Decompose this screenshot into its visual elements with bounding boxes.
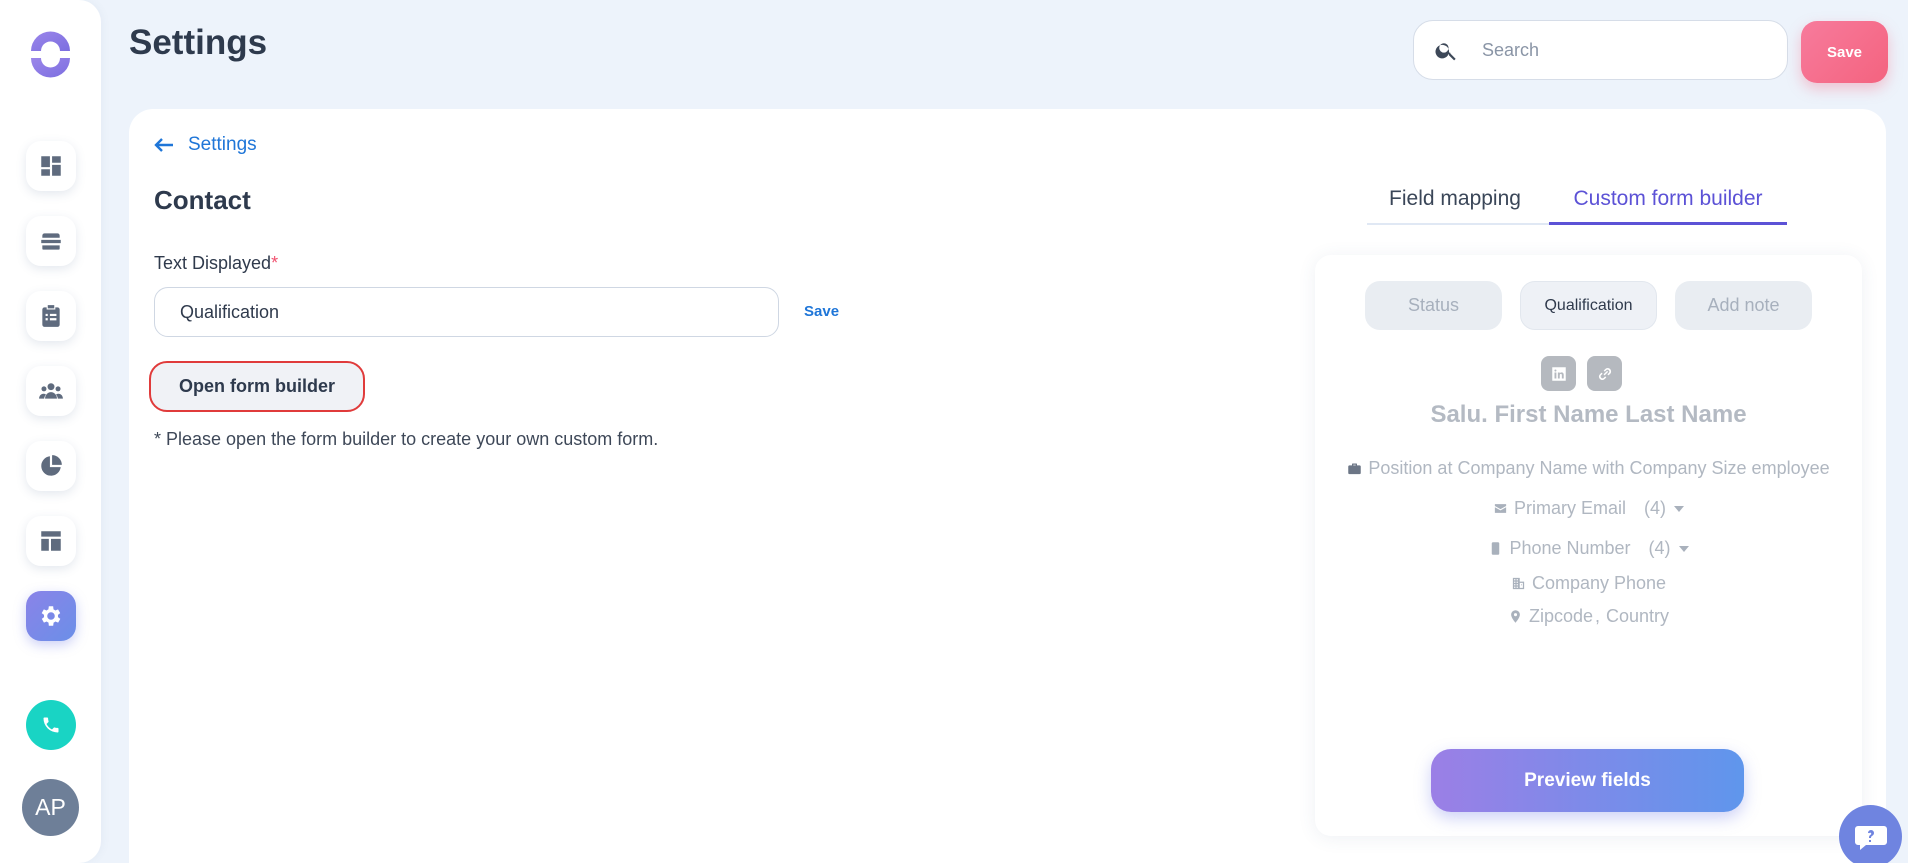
link-icon xyxy=(1598,367,1611,380)
back-link-label: Settings xyxy=(188,134,257,155)
location-separator: , xyxy=(1595,606,1601,626)
tab-custom-form-builder[interactable]: Custom form builder xyxy=(1549,185,1787,225)
tab-bar: Field mapping Custom form builder xyxy=(1367,185,1787,225)
phone-text: Phone Number xyxy=(1509,538,1631,558)
text-displayed-input[interactable] xyxy=(154,287,779,337)
qualification-pill[interactable]: Qualification xyxy=(1520,281,1657,330)
help-chat-icon xyxy=(1854,825,1887,850)
contact-name-preview: Salu. First Name Last Name xyxy=(1430,401,1747,428)
stack-icon xyxy=(41,233,61,250)
call-button[interactable] xyxy=(26,700,76,750)
open-form-builder-label: Open form builder xyxy=(178,376,335,396)
app-logo[interactable] xyxy=(27,31,74,78)
briefcase-icon xyxy=(1348,463,1362,475)
website-link-button[interactable] xyxy=(1587,356,1622,391)
mobile-phone-icon xyxy=(1492,542,1500,555)
save-button[interactable]: Save xyxy=(1801,21,1888,83)
phone-icon xyxy=(43,717,59,733)
preview-fields-button[interactable]: Preview fields xyxy=(1431,749,1744,812)
linkedin-icon xyxy=(1551,366,1566,381)
sidebar-item-contacts[interactable] xyxy=(26,366,76,416)
sidebar-item-tasks[interactable] xyxy=(26,291,76,341)
form-builder-note: * Please open the form builder to create… xyxy=(154,429,659,449)
pie-chart-icon xyxy=(41,455,62,476)
search-icon xyxy=(1435,43,1456,61)
settings-card: Settings Contact Text Displayed* Save Op… xyxy=(129,109,1886,863)
zipcode-text: Zipcode xyxy=(1528,606,1593,626)
email-dropdown-icon[interactable] xyxy=(1674,505,1684,512)
open-form-builder-button[interactable]: Open form builder xyxy=(149,361,365,412)
sidebar-item-layout[interactable] xyxy=(26,516,76,566)
location-pin-icon xyxy=(1511,610,1520,623)
gear-icon xyxy=(41,606,61,626)
required-mark: * xyxy=(271,253,279,273)
tab-field-mapping[interactable]: Field mapping xyxy=(1367,185,1543,225)
sidebar: AP xyxy=(0,0,101,863)
clipboard-icon xyxy=(42,305,60,327)
envelope-icon xyxy=(1494,504,1507,513)
page-title: Settings xyxy=(129,23,268,62)
contact-preview-panel: Status Qualification Add note Salu. Firs… xyxy=(1315,255,1862,836)
email-count: (4) xyxy=(1644,498,1666,518)
text-displayed-label: Text Displayed* xyxy=(154,253,278,274)
search-input[interactable] xyxy=(1482,35,1772,65)
sidebar-item-reports[interactable] xyxy=(26,441,76,491)
phone-row: Phone Number (4) xyxy=(1315,538,1862,559)
status-pill[interactable]: Status xyxy=(1365,281,1502,330)
add-note-pill[interactable]: Add note xyxy=(1675,281,1812,330)
country-text: Country xyxy=(1606,606,1670,626)
dashboard-icon xyxy=(41,156,61,176)
sidebar-item-settings[interactable] xyxy=(26,591,76,641)
avatar[interactable]: AP xyxy=(22,779,79,836)
email-row: Primary Email (4) xyxy=(1315,498,1862,519)
text-displayed-label-text: Text Displayed xyxy=(154,253,272,273)
position-row: Position at Company Name with Company Si… xyxy=(1315,458,1862,479)
inline-save-link[interactable]: Save xyxy=(804,303,839,320)
layout-icon xyxy=(41,531,61,551)
company-phone-row: Company Phone xyxy=(1315,573,1862,594)
search-box xyxy=(1413,20,1788,80)
help-chat-button[interactable] xyxy=(1839,805,1902,863)
linkedin-button[interactable] xyxy=(1541,356,1576,391)
phone-count: (4) xyxy=(1648,538,1671,558)
arrow-left-icon xyxy=(154,138,173,152)
position-text: Position at Company Name with Company Si… xyxy=(1368,458,1830,478)
sidebar-item-stack[interactable] xyxy=(26,216,76,266)
location-row: Zipcode, Country xyxy=(1315,606,1862,627)
building-icon xyxy=(1512,577,1525,590)
company-phone-text: Company Phone xyxy=(1531,573,1667,593)
section-title: Contact xyxy=(154,185,251,215)
people-icon xyxy=(39,383,63,399)
back-link[interactable]: Settings xyxy=(154,134,257,156)
sidebar-item-dashboard[interactable] xyxy=(26,141,76,191)
email-text: Primary Email xyxy=(1513,498,1626,518)
phone-dropdown-icon[interactable] xyxy=(1678,545,1689,552)
